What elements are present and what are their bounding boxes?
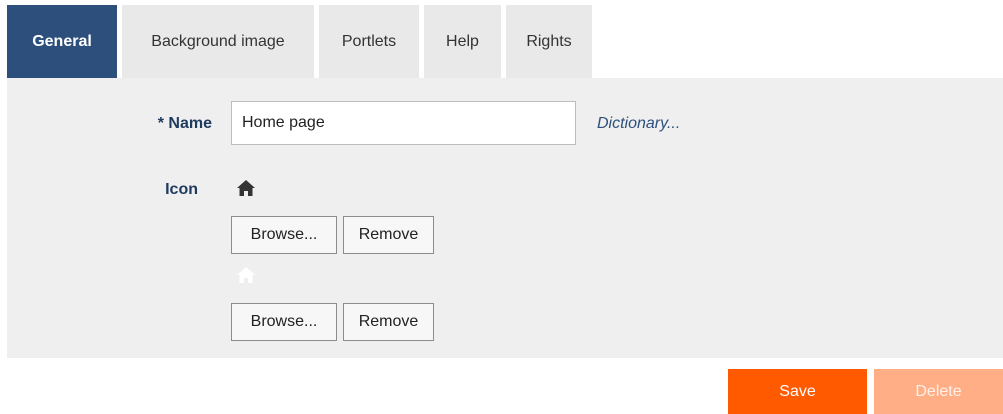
name-input[interactable] <box>231 101 576 145</box>
name-label: * Name <box>157 115 212 132</box>
browse-button-secondary-icon[interactable]: Browse... <box>231 303 337 341</box>
dictionary-link[interactable]: Dictionary... <box>597 115 680 133</box>
tab-general[interactable]: General <box>7 5 117 78</box>
delete-button[interactable]: Delete <box>874 369 1003 414</box>
tab-background-image[interactable]: Background image <box>122 5 314 78</box>
tab-help[interactable]: Help <box>424 5 501 78</box>
tab-bar: General Background image Portlets Help R… <box>7 5 597 78</box>
icon-label: Icon <box>165 181 198 198</box>
tab-portlets[interactable]: Portlets <box>319 5 419 78</box>
tab-rights[interactable]: Rights <box>506 5 592 78</box>
home-icon <box>236 178 256 198</box>
browse-button-primary-icon[interactable]: Browse... <box>231 216 337 254</box>
remove-button-primary-icon[interactable]: Remove <box>343 216 434 254</box>
home-icon-white <box>236 265 256 285</box>
save-button[interactable]: Save <box>728 369 867 414</box>
remove-button-secondary-icon[interactable]: Remove <box>343 303 434 341</box>
